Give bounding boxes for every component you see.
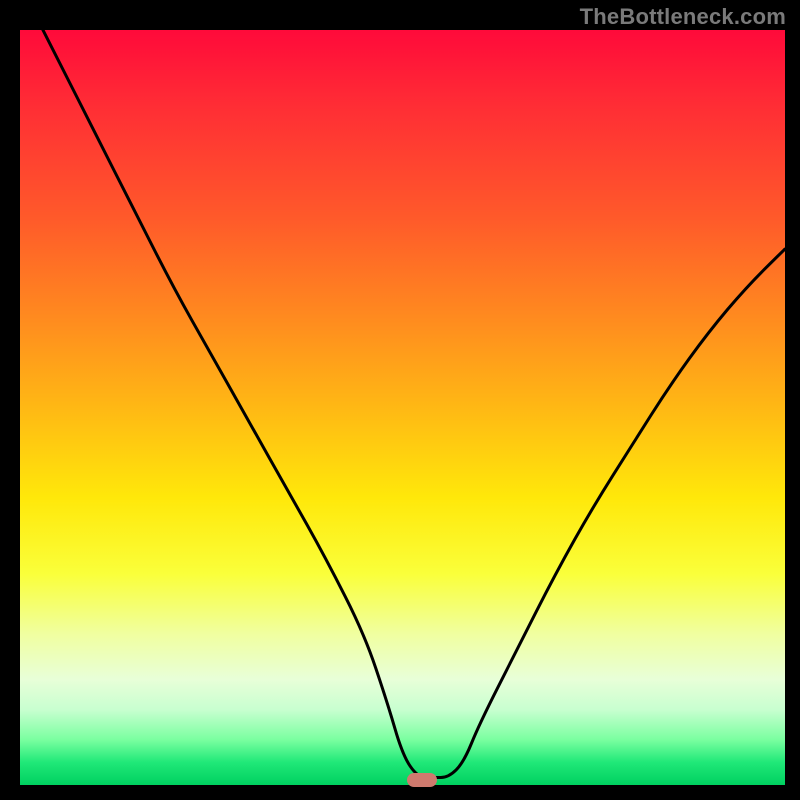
bottleneck-curve xyxy=(20,30,785,785)
optimal-marker xyxy=(407,773,437,787)
attribution-text: TheBottleneck.com xyxy=(580,4,786,30)
plot-area xyxy=(20,30,785,785)
chart-frame: TheBottleneck.com xyxy=(0,0,800,800)
